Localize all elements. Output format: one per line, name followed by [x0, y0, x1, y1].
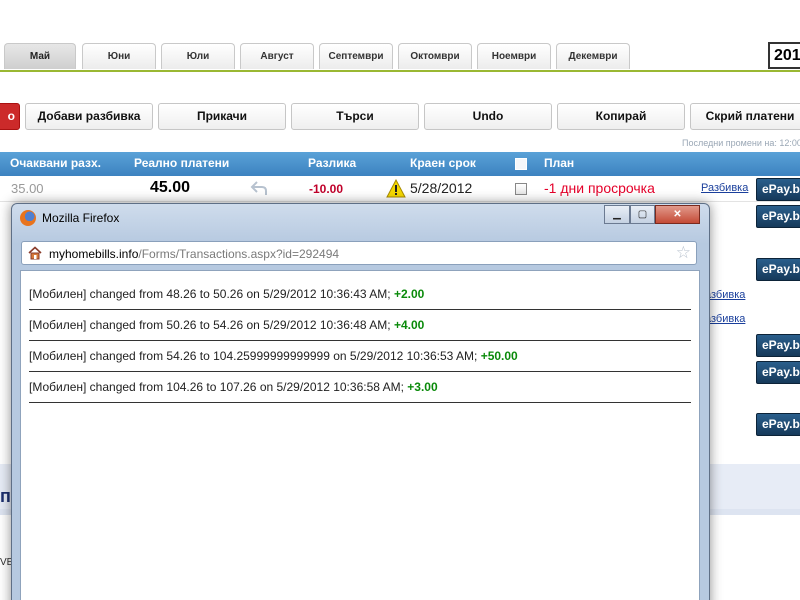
- epay-button[interactable]: ePay.bg: [756, 178, 800, 201]
- table-header: Очаквани разх. Реално платени Разлика Кр…: [0, 152, 800, 176]
- breakdown-link[interactable]: Разбивка: [701, 182, 748, 194]
- url-text[interactable]: myhomebills.info/Forms/Transactions.aspx…: [49, 247, 339, 261]
- log-entry-text: [Мобилен] changed from 48.26 to 50.26 on…: [29, 287, 391, 301]
- undo-button[interactable]: Undo: [424, 103, 552, 130]
- breakdown-link[interactable]: азбивка: [705, 313, 745, 325]
- expected-value[interactable]: 35.00: [11, 181, 44, 196]
- firefox-popup-window: Mozilla Firefox ▁ ▢ ✕ myhomebills.info/F…: [11, 203, 710, 600]
- epay-button[interactable]: ePay.bg: [756, 205, 800, 228]
- difference-value: -10.00: [309, 182, 344, 196]
- month-tabs: Май Юни Юли Август Септември Октомври Но…: [0, 0, 800, 72]
- log-entry: [Мобилен] changed from 104.26 to 107.26 …: [29, 372, 691, 403]
- log-entry: [Мобилен] changed from 48.26 to 50.26 on…: [29, 279, 691, 310]
- url-host: myhomebills.info: [49, 247, 139, 261]
- address-bar[interactable]: myhomebills.info/Forms/Transactions.aspx…: [21, 241, 697, 265]
- log-entry-delta: +3.00: [407, 380, 438, 394]
- site-identity-icon[interactable]: [28, 246, 42, 260]
- epay-button[interactable]: ePay.bg: [756, 258, 800, 281]
- overdue-status: -1 дни просрочка: [544, 180, 655, 196]
- epay-button[interactable]: ePay.bg: [756, 413, 800, 436]
- month-tab-july[interactable]: Юли: [161, 43, 235, 69]
- copy-button[interactable]: Копирай: [557, 103, 685, 130]
- log-entry-text: [Мобилен] changed from 50.26 to 54.26 on…: [29, 318, 391, 332]
- epay-button[interactable]: ePay.bg: [756, 334, 800, 357]
- month-tab-december[interactable]: Декември: [556, 43, 630, 69]
- bookmark-star-icon[interactable]: ☆: [676, 243, 691, 263]
- month-tab-june[interactable]: Юни: [82, 43, 156, 69]
- month-tab-may[interactable]: Май: [4, 43, 76, 69]
- log-entry-text: [Мобилен] changed from 54.26 to 104.2599…: [29, 349, 478, 363]
- change-log-panel: [Мобилен] changed from 48.26 to 50.26 on…: [20, 270, 700, 600]
- url-path: /Forms/Transactions.aspx?id=292494: [138, 247, 340, 261]
- breakdown-link[interactable]: азбивка: [705, 289, 745, 301]
- paid-value[interactable]: 45.00: [150, 179, 190, 197]
- row-checkbox[interactable]: [515, 183, 527, 195]
- maximize-button[interactable]: ▢: [630, 205, 655, 224]
- minimize-button[interactable]: ▁: [604, 205, 630, 224]
- revert-arrow-icon[interactable]: [250, 179, 268, 202]
- header-expected: Очаквани разх.: [10, 156, 101, 170]
- log-entry: [Мобилен] changed from 54.26 to 104.2599…: [29, 341, 691, 372]
- select-all-checkbox[interactable]: [515, 158, 527, 170]
- toolbar-button-partial[interactable]: о: [0, 103, 20, 130]
- month-tab-august[interactable]: Август: [240, 43, 314, 69]
- log-entry-delta: +4.00: [393, 318, 425, 332]
- table-row: 35.00 45.00 -10.00 5/28/2012 -1 дни прос…: [0, 176, 800, 202]
- year-input[interactable]: 201: [768, 42, 800, 69]
- hide-paid-button[interactable]: Скрий платени: [690, 103, 800, 130]
- log-entry-delta: +50.00: [480, 349, 518, 363]
- header-plan: План: [544, 156, 575, 170]
- log-entry: [Мобилен] changed from 50.26 to 54.26 on…: [29, 310, 691, 341]
- last-changed-label: Последни промени на: 12:00: [682, 138, 800, 148]
- header-difference: Разлика: [308, 156, 357, 170]
- attach-button[interactable]: Прикачи: [158, 103, 286, 130]
- log-entry-delta: +2.00: [393, 287, 425, 301]
- warning-icon: [386, 178, 406, 203]
- epay-button[interactable]: ePay.bg: [756, 361, 800, 384]
- close-button[interactable]: ✕: [655, 205, 700, 224]
- header-due-date: Краен срок: [410, 156, 476, 170]
- month-tab-november[interactable]: Ноември: [477, 43, 551, 69]
- window-title: Mozilla Firefox: [42, 211, 120, 225]
- header-paid: Реално платени: [134, 156, 230, 170]
- due-date: 5/28/2012: [410, 180, 473, 196]
- month-tab-september[interactable]: Септември: [319, 43, 393, 69]
- month-tab-october[interactable]: Октомври: [398, 43, 472, 69]
- firefox-logo-icon: [20, 210, 36, 226]
- log-entry-text: [Мобилен] changed from 104.26 to 107.26 …: [29, 380, 404, 394]
- search-button[interactable]: Търси: [291, 103, 419, 130]
- add-breakdown-button[interactable]: Добави разбивка: [25, 103, 153, 130]
